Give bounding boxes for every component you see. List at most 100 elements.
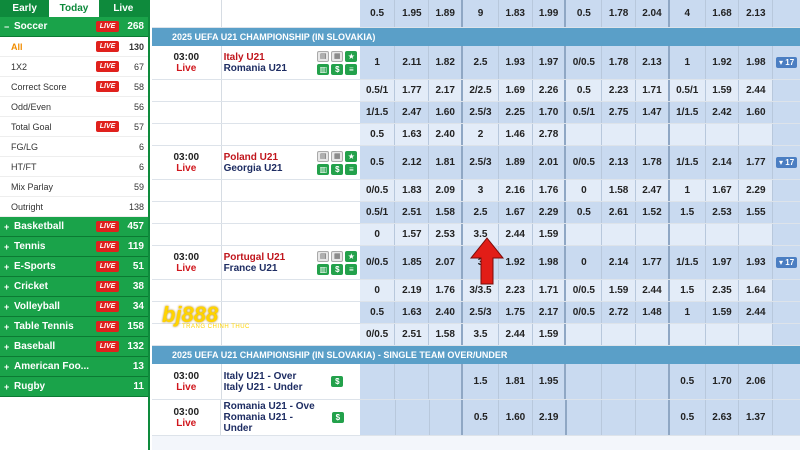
over-label[interactable]: Romania U21 - Over — [223, 401, 318, 412]
ft-handicap-line[interactable]: 0.5/1 — [359, 80, 396, 101]
ht-over[interactable]: 2.42 — [705, 102, 740, 123]
sidebar-subitem[interactable]: 1X2 LIVE 67 — [0, 57, 148, 77]
ft-under[interactable]: 1.98 — [532, 246, 567, 279]
ft-handicap-home[interactable]: 1.57 — [395, 224, 430, 245]
ft-handicap-away[interactable]: 1.82 — [429, 46, 464, 79]
ht-under[interactable]: 2.44 — [739, 302, 774, 323]
ft-ou-line[interactable]: 2.5/3 — [463, 302, 499, 323]
ft-over[interactable]: 2.44 — [498, 324, 533, 345]
ft-under[interactable]: 2.17 — [532, 302, 567, 323]
ft-handicap-away[interactable]: 1.89 — [429, 0, 464, 27]
away-team[interactable]: France U21 — [224, 263, 278, 274]
ft-over[interactable]: 2.25 — [498, 102, 533, 123]
ht-over[interactable]: 1.97 — [705, 246, 740, 279]
ht-handicap-line[interactable]: 0/0.5 — [566, 146, 603, 179]
ft-handicap-home[interactable]: 1.95 — [395, 0, 430, 27]
sidebar-item-sport[interactable]: + Tennis LIVE 119 — [0, 237, 148, 257]
ht-handicap-away[interactable]: 1.52 — [636, 202, 670, 223]
ft-handicap-line[interactable]: 0 — [359, 280, 396, 301]
ht-over[interactable]: 2.14 — [705, 146, 740, 179]
under-label[interactable]: Romania U21 - — [223, 412, 292, 423]
ft-handicap-line[interactable]: 0.5 — [359, 302, 396, 323]
ht-handicap-line[interactable] — [566, 324, 603, 345]
more-markets-button[interactable]: ▾ 17 — [776, 57, 798, 68]
ht-over[interactable]: 2.35 — [705, 280, 740, 301]
ft-handicap-home[interactable]: 1.63 — [395, 124, 430, 145]
ht-ou-line[interactable]: 1.5 — [669, 280, 706, 301]
ft-ou-line[interactable]: 0.5 — [463, 400, 500, 435]
stats-icon[interactable]: ▤ — [317, 50, 330, 62]
ht-under[interactable]: 1.93 — [739, 246, 774, 279]
sidebar-item-sport[interactable]: + E-Sports LIVE 51 — [0, 257, 148, 277]
ft-handicap-home[interactable]: 2.47 — [395, 102, 430, 123]
ht-over[interactable] — [705, 124, 740, 145]
ht-handicap-home[interactable] — [602, 224, 637, 245]
ht-handicap-line[interactable] — [566, 400, 603, 435]
ht-handicap-away[interactable]: 1.48 — [636, 302, 670, 323]
ht-over[interactable]: 1.68 — [705, 0, 740, 27]
ht-handicap-home[interactable] — [602, 400, 637, 435]
ft-over[interactable]: 1.83 — [498, 0, 533, 27]
away-team[interactable]: Georgia U21 — [224, 163, 283, 174]
ft-handicap-home[interactable] — [395, 400, 430, 435]
ft-over[interactable]: 1.93 — [498, 46, 533, 79]
ft-handicap-away[interactable]: 2.53 — [429, 224, 464, 245]
dollar-icon[interactable]: $ — [331, 263, 344, 275]
ht-handicap-away[interactable] — [636, 124, 670, 145]
home-team[interactable]: Poland U21 — [224, 152, 278, 163]
sidebar-item-sport[interactable]: + Table Tennis LIVE 158 — [0, 317, 148, 337]
ft-handicap-line[interactable]: 1 — [359, 46, 396, 79]
stats-icon[interactable]: ▤ — [317, 150, 330, 162]
ht-handicap-line[interactable] — [566, 224, 603, 245]
ht-handicap-line[interactable]: 0.5/1 — [566, 102, 603, 123]
ht-under[interactable]: 2.06 — [739, 364, 774, 399]
ht-handicap-line[interactable]: 0 — [566, 246, 603, 279]
ft-handicap-line[interactable] — [359, 364, 396, 399]
ht-under[interactable]: 2.29 — [739, 180, 774, 201]
ht-over[interactable]: 1.59 — [705, 302, 740, 323]
ft-handicap-home[interactable]: 2.51 — [395, 324, 430, 345]
sidebar-subitem[interactable]: HT/FT 6 — [0, 157, 148, 177]
ht-handicap-away[interactable] — [636, 400, 670, 435]
league-header[interactable]: 2025 UEFA U21 CHAMPIONSHIP (IN SLOVAKIA)… — [152, 346, 800, 364]
sidebar-subitem[interactable]: Correct Score LIVE 58 — [0, 77, 148, 97]
ht-handicap-away[interactable]: 1.47 — [636, 102, 670, 123]
ht-handicap-line[interactable]: 0/0.5 — [566, 280, 603, 301]
tab-live[interactable]: Live — [99, 0, 148, 17]
ft-over[interactable]: 1.60 — [499, 400, 533, 435]
ht-handicap-home[interactable]: 1.59 — [602, 280, 637, 301]
ht-handicap-line[interactable]: 0 — [566, 180, 603, 201]
home-team[interactable]: Portugal U21 — [224, 252, 286, 263]
ft-under[interactable]: 2.19 — [532, 400, 567, 435]
ht-handicap-home[interactable]: 2.13 — [602, 146, 637, 179]
ft-handicap-away[interactable]: 1.58 — [429, 324, 464, 345]
ft-ou-line[interactable]: 2/2.5 — [463, 80, 499, 101]
ht-handicap-away[interactable]: 2.13 — [636, 46, 670, 79]
ht-over[interactable]: 2.53 — [705, 202, 740, 223]
ht-over[interactable]: 1.70 — [705, 364, 740, 399]
list-icon[interactable]: ≡ — [345, 263, 358, 275]
sidebar-item-sport[interactable]: + Basketball LIVE 457 — [0, 217, 148, 237]
ft-under[interactable]: 1.99 — [532, 0, 567, 27]
tab-today[interactable]: Today — [49, 0, 99, 17]
league-header[interactable]: 2025 UEFA U21 CHAMPIONSHIP (IN SLOVAKIA) — [152, 28, 800, 46]
ht-under[interactable]: 1.37 — [739, 400, 774, 435]
stats-icon[interactable]: ▤ — [317, 250, 330, 262]
ht-ou-line[interactable]: 1 — [669, 302, 706, 323]
ft-handicap-home[interactable]: 1.77 — [395, 80, 430, 101]
ht-over[interactable] — [705, 224, 740, 245]
ft-ou-line[interactable]: 3.5 — [463, 324, 499, 345]
ht-handicap-home[interactable]: 2.14 — [602, 246, 637, 279]
star-icon[interactable]: ★ — [345, 150, 358, 162]
ft-ou-line[interactable]: 1.5 — [463, 364, 499, 399]
ht-over[interactable] — [705, 324, 740, 345]
ht-under[interactable] — [739, 224, 774, 245]
ht-handicap-away[interactable]: 1.78 — [636, 146, 670, 179]
ft-over[interactable]: 1.67 — [498, 202, 533, 223]
ht-handicap-away[interactable] — [636, 364, 670, 399]
ht-ou-line[interactable]: 1 — [669, 180, 706, 201]
star-icon[interactable]: ★ — [345, 50, 358, 62]
ft-handicap-away[interactable]: 1.60 — [429, 102, 464, 123]
ft-handicap-line[interactable]: 0/0.5 — [359, 180, 396, 201]
ht-handicap-home[interactable]: 2.23 — [602, 80, 637, 101]
